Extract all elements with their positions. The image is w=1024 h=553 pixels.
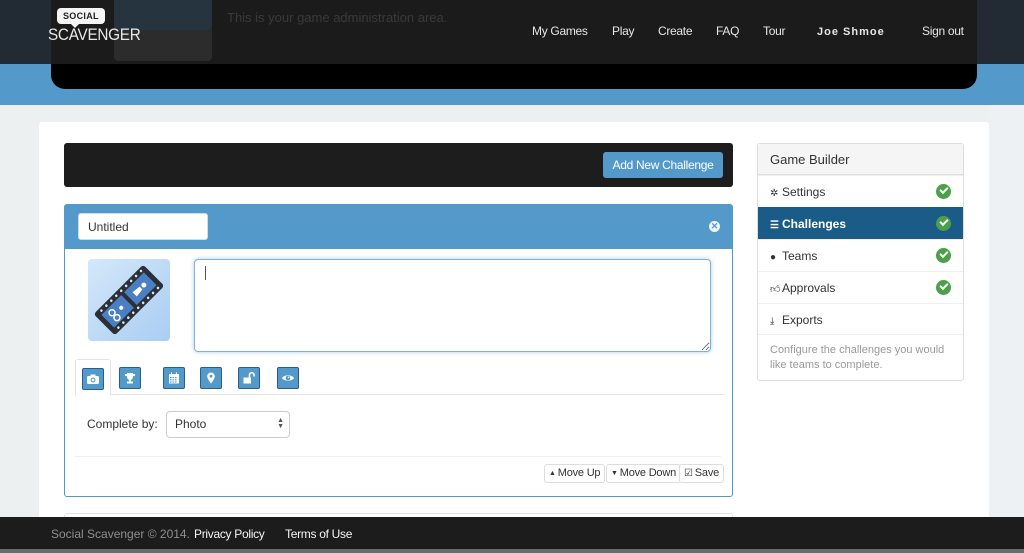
eye-icon — [277, 367, 299, 389]
challenge-description-input[interactable] — [194, 259, 711, 352]
tab-visibility[interactable] — [268, 359, 304, 396]
sidebar-item-exports[interactable]: ⤓ Exports — [758, 303, 963, 335]
thumbs-up-icon: 👍︎ — [770, 284, 781, 295]
move-down-label: Move Down — [619, 467, 677, 479]
tab-photo[interactable] — [75, 359, 111, 396]
complete-by-label: Complete by: — [87, 417, 158, 431]
check-circle-icon — [936, 184, 951, 199]
footer-terms-link[interactable]: Terms of Use — [285, 527, 352, 541]
top-navbar: This is your game administration area. — [51, 0, 977, 89]
move-down-button[interactable]: ▼ Move Down — [606, 464, 682, 483]
check-square-icon: ☑ — [684, 468, 693, 479]
map-marker-icon — [200, 367, 222, 389]
save-button[interactable]: ☑ Save — [679, 464, 725, 483]
camera-icon — [82, 368, 104, 390]
tab-points[interactable] — [111, 359, 147, 396]
text-cursor — [205, 266, 206, 280]
footer-privacy-link[interactable]: Privacy Policy — [194, 527, 265, 541]
check-circle-icon — [936, 280, 951, 295]
tab-location[interactable] — [192, 359, 228, 396]
nav-play[interactable]: Play — [612, 24, 634, 38]
game-builder-panel: Game Builder ✲ Settings ☰ Challenges ● Team… — [757, 143, 964, 381]
footer-edge — [0, 549, 1024, 553]
check-circle-icon — [936, 216, 951, 231]
footer-copyright: Social Scavenger © 2014. — [51, 527, 190, 541]
move-up-button[interactable]: ▲ Move Up — [544, 464, 606, 483]
challenge-tabs — [75, 359, 723, 396]
save-label: Save — [694, 467, 720, 479]
sidebar-item-label: Settings — [782, 185, 826, 199]
sidebar-item-settings[interactable]: ✲ Settings — [758, 175, 963, 207]
list-icon: ☰ — [770, 220, 779, 231]
actions-divider — [75, 456, 721, 457]
brand-logo-badge: SOCIAL — [57, 8, 105, 28]
add-new-challenge-button[interactable]: Add New Challenge — [603, 152, 723, 178]
sidebar-item-label: Exports — [782, 313, 823, 327]
nav-user-name[interactable]: Joe Shmoe — [817, 26, 885, 38]
sidebar-item-label: Teams — [782, 249, 818, 263]
close-circle-icon[interactable]: ✕ — [709, 221, 720, 232]
sidebar-item-label: Challenges — [782, 217, 847, 231]
sidebar-item-teams[interactable]: ● Teams — [758, 239, 963, 271]
sidebar-item-label: Approvals — [782, 281, 836, 295]
complete-by-value: Photo — [175, 417, 207, 431]
user-icon: ● — [770, 252, 777, 263]
move-up-label: Move Up — [557, 467, 601, 479]
nav-sign-out[interactable]: Sign out — [922, 24, 964, 38]
panel-help-text: Configure the challenges you would like … — [758, 334, 963, 381]
footer: Social Scavenger © 2014. Privacy Policy … — [0, 517, 1024, 549]
main-nav: My Games Play Create FAQ Tour Joe Shmoe … — [0, 24, 1024, 40]
film-strip-icon — [94, 265, 164, 335]
challenge-thumbnail[interactable] — [88, 259, 170, 341]
check-circle-icon — [936, 248, 951, 263]
panel-title: Game Builder — [758, 144, 963, 175]
challenge-card: ✕ — [64, 204, 733, 497]
nav-faq[interactable]: FAQ — [716, 24, 739, 38]
calendar-icon — [163, 367, 185, 389]
trophy-icon — [119, 367, 141, 389]
unlock-icon — [238, 367, 260, 389]
caret-down-icon: ▼ — [611, 470, 618, 477]
select-arrows-icon: ▲ ▼ — [277, 417, 284, 430]
nav-tour[interactable]: Tour — [763, 24, 785, 38]
sidebar-item-approvals[interactable]: 👍︎ Approvals — [758, 271, 963, 303]
nav-create[interactable]: Create — [658, 24, 693, 38]
complete-by-select[interactable]: Photo ▲ ▼ — [166, 411, 290, 438]
challenge-card-header: ✕ — [65, 205, 732, 249]
challenge-title-input[interactable] — [78, 213, 208, 240]
page-gutter — [989, 105, 1024, 517]
admin-message: This is your game administration area. — [227, 10, 448, 25]
sidebar-item-challenges[interactable]: ☰ Challenges — [758, 207, 963, 239]
caret-up-icon: ▲ — [549, 470, 556, 477]
tab-schedule[interactable] — [155, 359, 191, 396]
tab-unlock[interactable] — [230, 359, 266, 396]
nav-my-games[interactable]: My Games — [532, 24, 588, 38]
gear-icon: ✲ — [770, 188, 779, 199]
